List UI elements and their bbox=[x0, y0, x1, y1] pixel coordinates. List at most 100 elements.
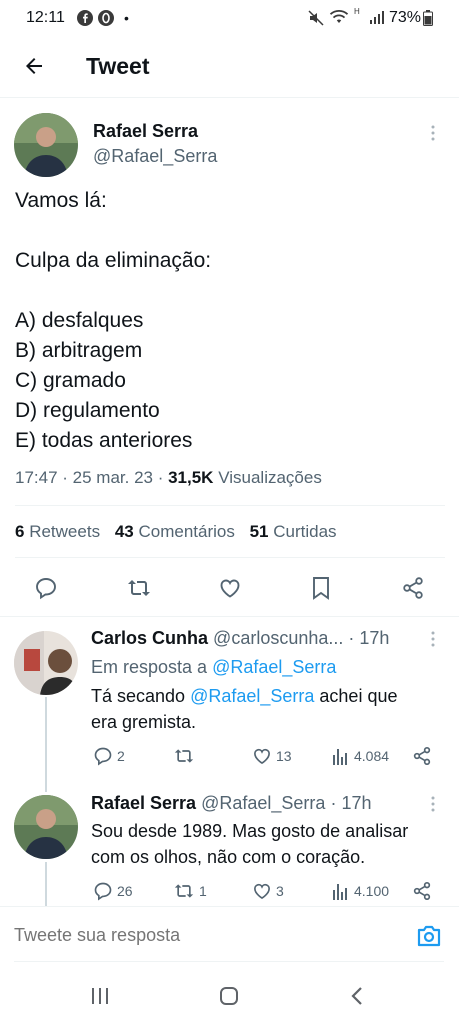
arrow-left-icon[interactable] bbox=[22, 54, 46, 78]
reply-time: · 17h bbox=[330, 793, 372, 813]
like-icon bbox=[252, 746, 272, 766]
reply-author-name[interactable]: Carlos Cunha bbox=[91, 628, 208, 648]
like-count: 13 bbox=[276, 748, 292, 764]
views-count: 4.084 bbox=[354, 748, 390, 764]
reply-button[interactable]: 26 bbox=[93, 881, 133, 901]
reply-icon bbox=[93, 881, 113, 901]
like-icon bbox=[252, 881, 272, 901]
tweet-time: 17:47 bbox=[15, 468, 58, 487]
retweet-button[interactable] bbox=[173, 746, 199, 766]
reply-author-handle[interactable]: @carloscunha... bbox=[213, 628, 343, 648]
thread-line bbox=[45, 862, 47, 906]
tweet-date: 25 mar. 23 bbox=[72, 468, 153, 487]
avatar[interactable] bbox=[14, 795, 78, 859]
more-options-icon[interactable] bbox=[428, 795, 438, 813]
views-icon bbox=[332, 881, 350, 901]
tweet-line: A) desfalques bbox=[15, 309, 144, 332]
tweet-line bbox=[15, 216, 445, 246]
retweet-button[interactable]: 1 bbox=[173, 881, 207, 901]
like-count: 3 bbox=[276, 883, 284, 899]
share-icon[interactable] bbox=[412, 746, 432, 766]
reply-text-line: era gremista. bbox=[91, 712, 197, 732]
reply-text-line: com os olhos, não com o coração. bbox=[91, 847, 366, 867]
reply-input[interactable] bbox=[14, 917, 394, 953]
more-options-icon[interactable] bbox=[428, 630, 438, 648]
facebook-icon bbox=[77, 10, 93, 26]
battery-percent: 73% bbox=[389, 9, 422, 26]
top-app-bar: Tweet bbox=[0, 36, 459, 98]
tweet-line: E) todas anteriores bbox=[15, 429, 193, 452]
reply-header: Carlos Cunha @carloscunha... · 17h bbox=[91, 628, 389, 649]
engagement-stats: 6 Retweets 43 Comentários 51 Curtidas bbox=[15, 522, 337, 542]
comments-stat[interactable]: 43 Comentários bbox=[115, 522, 235, 541]
reply-button[interactable]: 2 bbox=[93, 746, 125, 766]
system-nav-bar bbox=[0, 964, 459, 1024]
tweet-line: C) gramado bbox=[15, 369, 126, 392]
divider bbox=[15, 505, 445, 506]
views-count: 4.100 bbox=[354, 883, 390, 899]
reply-to-line: Em resposta a @Rafael_Serra bbox=[91, 654, 336, 680]
mention-link[interactable]: @Rafael_Serra bbox=[190, 686, 314, 706]
author-handle[interactable]: @Rafael_Serra bbox=[93, 146, 217, 167]
like-button[interactable]: 3 bbox=[252, 881, 284, 901]
views-count: 31,5K bbox=[168, 468, 214, 487]
retweet-icon[interactable] bbox=[126, 576, 152, 600]
retweets-label: Retweets bbox=[29, 522, 101, 541]
retweet-icon bbox=[173, 881, 195, 901]
status-bar: 12:11 • H 73% bbox=[0, 0, 459, 36]
reply-count: 26 bbox=[117, 883, 133, 899]
reply-author-handle[interactable]: @Rafael_Serra bbox=[201, 793, 325, 813]
reply-icon bbox=[93, 746, 113, 766]
reply-text-part: achei que bbox=[314, 686, 398, 706]
reply-icon[interactable] bbox=[34, 576, 58, 600]
like-button[interactable]: 13 bbox=[252, 746, 292, 766]
share-icon[interactable] bbox=[401, 576, 425, 600]
avatar[interactable] bbox=[14, 631, 78, 695]
bookmark-icon[interactable] bbox=[310, 576, 332, 600]
divider bbox=[14, 961, 444, 962]
views-button[interactable]: 4.084 bbox=[332, 746, 389, 766]
views-icon bbox=[332, 746, 350, 766]
retweets-count: 6 bbox=[15, 522, 25, 541]
tweet-line: Vamos lá: bbox=[15, 189, 107, 212]
author-name[interactable]: Rafael Serra bbox=[93, 121, 198, 142]
tweet-line: Culpa da eliminação: bbox=[15, 249, 212, 272]
thread-line bbox=[45, 697, 47, 792]
retweets-stat[interactable]: 6 Retweets bbox=[15, 522, 100, 541]
wifi-icon bbox=[329, 9, 349, 25]
retweet-count: 1 bbox=[199, 883, 207, 899]
likes-stat[interactable]: 51 Curtidas bbox=[250, 522, 337, 541]
battery-icon bbox=[423, 10, 433, 26]
reply-text-line: Sou desde 1989. Mas gosto de analisar bbox=[91, 821, 409, 841]
avatar[interactable] bbox=[14, 113, 78, 177]
tweet-meta: 17:47 · 25 mar. 23 · 31,5K Visualizações bbox=[15, 468, 322, 487]
tweet-line: D) regulamento bbox=[15, 399, 160, 422]
likes-count: 51 bbox=[249, 522, 269, 541]
like-icon[interactable] bbox=[218, 576, 242, 600]
home-icon[interactable] bbox=[219, 986, 239, 1006]
divider bbox=[0, 616, 459, 617]
reply-author-name[interactable]: Rafael Serra bbox=[91, 793, 196, 813]
page-title: Tweet bbox=[86, 53, 150, 79]
reply-text: Tá secando @Rafael_Serra achei que era g… bbox=[91, 683, 441, 735]
recent-apps-icon[interactable] bbox=[90, 986, 110, 1006]
reply-text-part: Tá secando bbox=[91, 686, 191, 706]
back-icon[interactable] bbox=[348, 986, 368, 1006]
tweet-line bbox=[15, 276, 445, 306]
opera-icon bbox=[98, 10, 114, 26]
dot-icon: • bbox=[124, 10, 129, 26]
reply-to-prefix: Em resposta a bbox=[91, 657, 213, 677]
status-time: 12:11 bbox=[26, 9, 65, 26]
camera-icon[interactable] bbox=[416, 924, 442, 948]
reply-to-handle[interactable]: @Rafael_Serra bbox=[212, 657, 336, 677]
reply-count: 2 bbox=[117, 748, 125, 764]
views-button[interactable]: 4.100 bbox=[332, 881, 389, 901]
likes-label: Curtidas bbox=[273, 522, 337, 541]
tweet-line: B) arbitragem bbox=[15, 339, 143, 362]
comments-label: Comentários bbox=[138, 522, 235, 541]
mute-icon bbox=[308, 10, 324, 26]
more-options-icon[interactable] bbox=[428, 124, 438, 142]
divider bbox=[15, 557, 445, 558]
retweet-icon bbox=[173, 746, 195, 766]
share-icon[interactable] bbox=[412, 881, 432, 901]
